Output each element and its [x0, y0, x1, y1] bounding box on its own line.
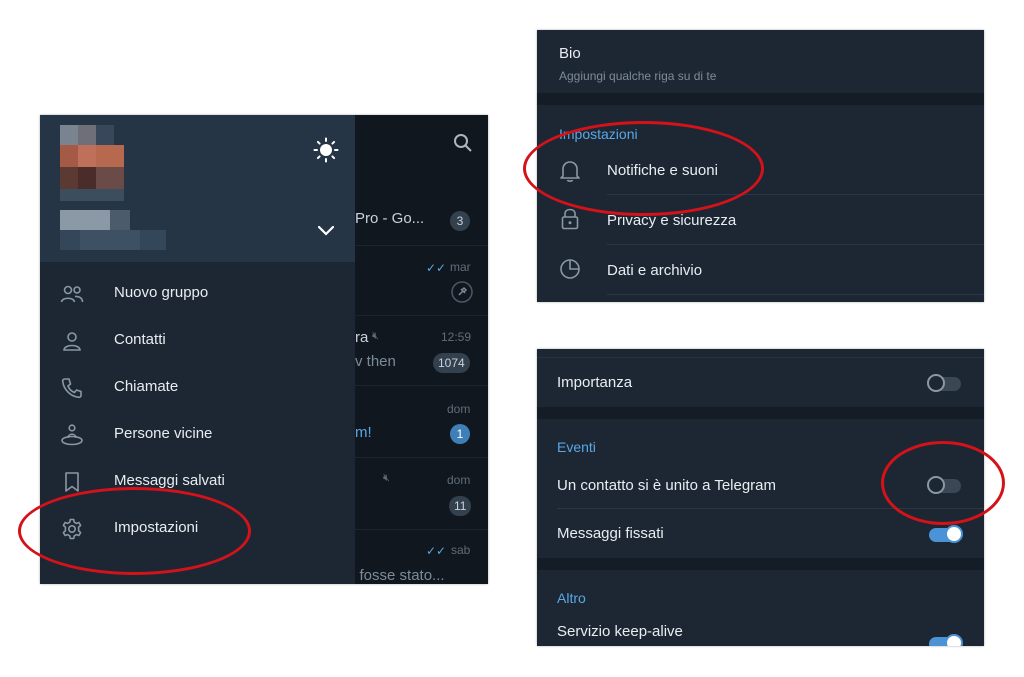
- menu-item-people-nearby[interactable]: Persone vicine: [40, 411, 355, 458]
- chat-time: dom: [447, 473, 471, 487]
- avatar: [46, 123, 126, 203]
- muted-icon: 🔇︎: [383, 472, 390, 484]
- keep-alive-toggle[interactable]: [929, 634, 963, 646]
- menu-item-calls[interactable]: Chiamate: [40, 364, 355, 411]
- chat-time: 12:59: [441, 330, 472, 344]
- chevron-down-icon[interactable]: [317, 225, 335, 237]
- group-icon: [60, 285, 84, 303]
- bio-hint: Aggiungi qualche riga su di te: [559, 69, 717, 83]
- contact-joined-label: Un contatto si è unito a Telegram: [557, 477, 777, 494]
- chat-time: dom: [447, 402, 471, 416]
- chat-preview[interactable]: m!: [355, 424, 372, 441]
- person-icon: [63, 332, 81, 351]
- lock-icon: [561, 208, 579, 230]
- profile-name-blurred: [46, 208, 176, 250]
- highlight-ring-notifications: [523, 121, 764, 216]
- chat-time: mar: [450, 260, 471, 274]
- pinned-messages-toggle[interactable]: [929, 525, 963, 543]
- importance-label: Importanza: [557, 374, 633, 391]
- section-title-events: Eventi: [557, 439, 596, 455]
- menu-label: Contatti: [114, 331, 166, 348]
- menu-item-contacts[interactable]: Contatti: [40, 317, 355, 364]
- menu-label: Nuovo gruppo: [114, 284, 209, 301]
- muted-icon: 🔇︎: [372, 330, 379, 342]
- nearby-people-icon: [61, 424, 83, 446]
- settings-item-data-storage[interactable]: Dati e archivio: [537, 246, 984, 294]
- pie-chart-icon: [560, 259, 580, 279]
- keep-alive-row[interactable]: Servizio keep-alive: [537, 611, 984, 646]
- sun-icon[interactable]: [313, 137, 339, 163]
- highlight-ring-settings: [18, 487, 251, 575]
- importance-toggle[interactable]: [927, 374, 961, 392]
- menu-label: Chiamate: [114, 378, 179, 395]
- highlight-ring-contact-joined-toggle: [881, 441, 1005, 525]
- chat-list: Pro - Go... 3 ✓✓ mar ra 🔇︎ 12:59 v then …: [347, 115, 488, 584]
- pin-icon: [451, 281, 473, 303]
- bio-row[interactable]: Bio Aggiungi qualche riga su di te: [537, 30, 984, 93]
- keep-alive-label: Servizio keep-alive: [557, 623, 683, 640]
- read-checkmarks-icon: ✓✓: [426, 261, 447, 275]
- menu-label: Persone vicine: [114, 425, 213, 442]
- chat-preview[interactable]: o fosse stato...: [347, 567, 445, 584]
- unread-badge: 1074: [433, 353, 470, 373]
- unread-badge: 3: [450, 211, 470, 231]
- section-title-other: Altro: [557, 590, 586, 606]
- menu-item-new-group[interactable]: Nuovo gruppo: [40, 270, 355, 317]
- chat-preview[interactable]: ra: [355, 329, 368, 346]
- chat-preview[interactable]: v then: [355, 353, 396, 370]
- pinned-messages-label: Messaggi fissati: [557, 525, 664, 542]
- drawer-header: [40, 115, 355, 262]
- unread-badge: 1: [450, 424, 470, 444]
- phone-icon: [61, 378, 82, 399]
- unread-badge: 11: [449, 496, 472, 516]
- settings-item-label: Dati e archivio: [607, 262, 703, 279]
- chat-time: sab: [451, 543, 471, 557]
- bio-title: Bio: [559, 45, 581, 62]
- search-icon[interactable]: [453, 133, 473, 153]
- bookmark-icon: [65, 472, 79, 492]
- importance-row[interactable]: Importanza: [537, 359, 984, 407]
- chat-preview[interactable]: Pro - Go...: [355, 210, 424, 227]
- read-checkmarks-icon: ✓✓: [426, 544, 447, 558]
